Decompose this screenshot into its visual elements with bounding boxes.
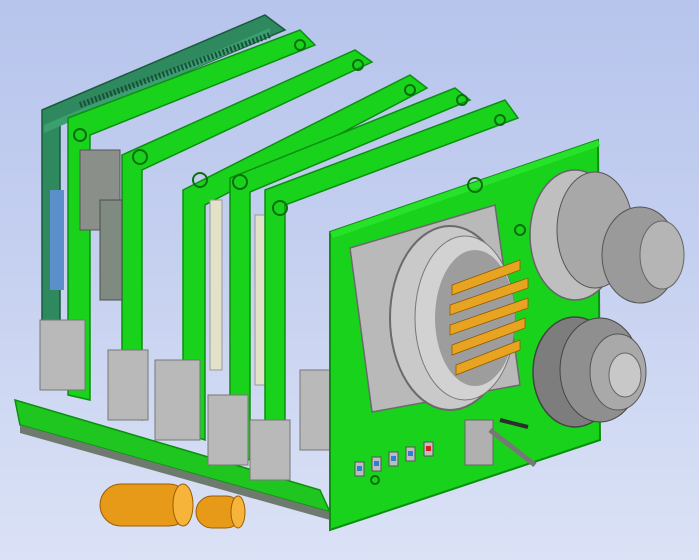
circular-connector-lower: [532, 316, 647, 428]
cad-viewport[interactable]: [0, 0, 699, 560]
pcb-stack-model[interactable]: [0, 0, 699, 560]
standoff-cylinders: [99, 483, 246, 529]
circular-connector-upper: [529, 169, 685, 304]
